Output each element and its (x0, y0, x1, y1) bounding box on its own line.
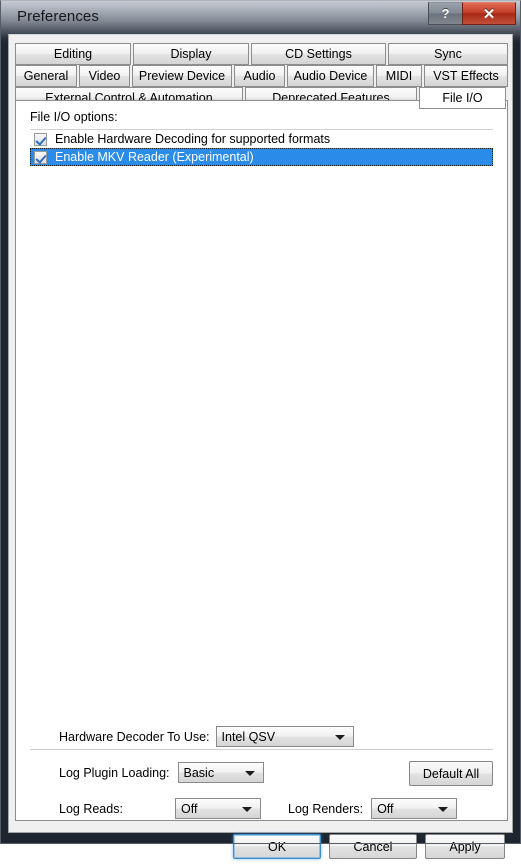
checkbox-checked-icon[interactable] (34, 132, 47, 146)
chevron-down-icon (334, 734, 345, 740)
tab-general[interactable]: General (15, 65, 77, 87)
option-row[interactable]: Enable Hardware Decoding for supported f… (30, 130, 493, 148)
ok-button[interactable]: OK (233, 834, 321, 859)
tab-display[interactable]: Display (133, 43, 249, 65)
chevron-down-icon (242, 806, 252, 812)
tab-row-2: General Video Preview Device Audio Audio Dev… (15, 65, 508, 87)
checkbox-checked-icon[interactable] (34, 150, 47, 164)
file-io-panel: File I/O options: Enable Hardware Decodi… (15, 100, 508, 821)
preferences-window: Preferences ? ✕ Editing Display CD Setting… (0, 0, 521, 859)
field-hardware-decoder: Hardware Decoder To Use: Intel QSV (59, 726, 354, 747)
hardware-decoder-value: Intel QSV (221, 729, 276, 744)
apply-button[interactable]: Apply (425, 834, 505, 859)
tab-vst-effects[interactable]: VST Effects (424, 65, 508, 87)
option-label: Enable MKV Reader (Experimental) (55, 150, 254, 164)
log-plugin-loading-label: Log Plugin Loading: (59, 765, 170, 780)
log-reads-value: Off (181, 801, 198, 816)
log-renders-value: Off (377, 801, 394, 816)
tab-cd-settings[interactable]: CD Settings (251, 43, 386, 65)
default-all-button[interactable]: Default All (409, 761, 493, 786)
log-plugin-loading-select[interactable]: Basic (177, 762, 264, 783)
tab-label: Audio (243, 69, 276, 83)
tab-label: MIDI (385, 69, 413, 83)
chevron-down-icon (244, 770, 255, 776)
tab-label: CD Settings (285, 47, 352, 61)
tab-label: File I/O (442, 91, 483, 105)
tab-file-i-o[interactable]: File I/O (419, 87, 506, 109)
question-mark-icon: ? (441, 6, 450, 21)
dialog-footer: OK Cancel Apply (9, 825, 514, 865)
field-log-plugin-loading: Log Plugin Loading: Basic (59, 762, 264, 783)
log-reads-select[interactable]: Off (175, 798, 261, 819)
close-button[interactable]: ✕ (462, 2, 516, 25)
window-controls: ? ✕ (428, 2, 516, 25)
log-reads-label: Log Reads: (59, 801, 123, 816)
tab-label: Preview Device (138, 69, 226, 83)
cancel-button[interactable]: Cancel (329, 834, 417, 859)
hardware-decoder-select[interactable]: Intel QSV (215, 726, 354, 747)
chevron-down-icon (438, 806, 449, 812)
log-renders-select[interactable]: Off (371, 798, 458, 819)
log-plugin-loading-value: Basic (183, 765, 215, 780)
tab-label: Display (170, 47, 212, 61)
option-label: Enable Hardware Decoding for supported f… (55, 132, 331, 146)
tab-label: General (23, 69, 69, 83)
tab-label: Audio Device (293, 69, 368, 83)
help-button[interactable]: ? (428, 2, 462, 25)
panel-divider (30, 749, 493, 750)
tab-midi[interactable]: MIDI (376, 65, 422, 87)
tab-editing[interactable]: Editing (15, 43, 131, 65)
tab-audio[interactable]: Audio (234, 65, 285, 87)
tab-label: Editing (53, 47, 93, 61)
hardware-decoder-label: Hardware Decoder To Use: (59, 729, 210, 744)
tab-label: Sync (434, 47, 462, 61)
tab-sync[interactable]: Sync (388, 43, 508, 65)
tab-audio-device[interactable]: Audio Device (287, 65, 374, 87)
tab-video[interactable]: Video (79, 65, 130, 87)
title-bar[interactable]: Preferences ? ✕ (0, 0, 521, 38)
field-log-renders: Log Renders: Off (288, 798, 458, 819)
options-list[interactable]: Enable Hardware Decoding for supported f… (30, 129, 493, 600)
window-title: Preferences (17, 8, 99, 25)
tab-label: VST Effects (433, 69, 499, 83)
dialog-client-area: Editing Display CD Settings Sync General Vid… (8, 34, 513, 859)
field-log-reads: Log Reads: Off (59, 798, 261, 819)
log-renders-label: Log Renders: (288, 801, 364, 816)
tab-preview-device[interactable]: Preview Device (132, 65, 232, 87)
option-row[interactable]: Enable MKV Reader (Experimental) (30, 148, 493, 166)
tab-label: Video (88, 69, 121, 83)
options-group-label: File I/O options: (30, 110, 118, 124)
close-icon: ✕ (482, 5, 496, 23)
tab-row-1: Editing Display CD Settings Sync (15, 43, 508, 65)
